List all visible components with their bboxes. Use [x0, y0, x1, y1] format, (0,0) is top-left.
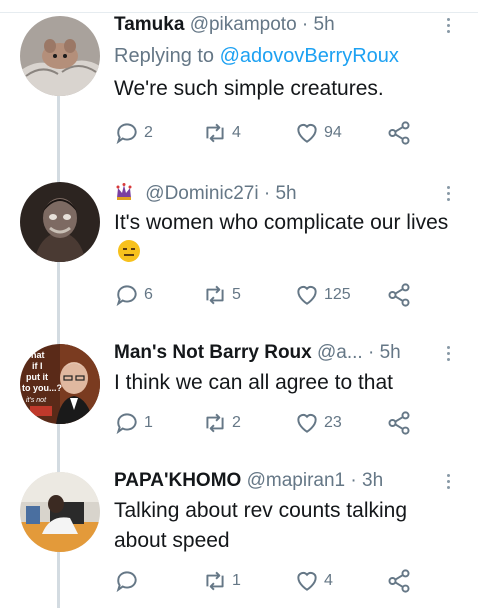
like-count: 4	[324, 572, 333, 589]
reply-button[interactable]: 6	[114, 280, 153, 310]
avatar[interactable]: what if I put it to you...? it's not	[20, 344, 100, 424]
share-icon	[388, 283, 410, 307]
share-icon	[388, 411, 410, 435]
like-count: 94	[324, 124, 342, 141]
reply-thread: Tamuka @pikampoto · 5h Replying to @adov…	[0, 0, 478, 608]
reply-button[interactable]: 2	[114, 118, 153, 148]
separator-dot: ·	[367, 342, 375, 363]
heart-icon	[297, 571, 317, 591]
timestamp[interactable]: 5h	[380, 342, 401, 363]
share-button[interactable]	[386, 118, 412, 148]
user-handle[interactable]: @Dominic27i	[145, 183, 258, 204]
avatar-image: what if I put it to you...? it's not	[20, 344, 100, 424]
reply-button[interactable]: 1	[114, 408, 153, 438]
tweet-tamuka[interactable]: Tamuka @pikampoto · 5h Replying to @adov…	[0, 14, 478, 164]
tweet-header: PAPA'KHOMO @mapiran1 · 3h	[114, 470, 438, 492]
avatar-text: to you...?	[22, 383, 62, 393]
tweet-text: Talking about rev counts talking about s…	[114, 499, 408, 552]
like-count: 23	[324, 414, 342, 431]
heart-icon	[297, 123, 317, 143]
reply-icon	[116, 285, 137, 307]
divider	[0, 12, 478, 13]
replying-to: Replying to @adovovBerryRoux	[114, 44, 399, 68]
action-bar: 1 4	[114, 566, 434, 596]
tweet-barry-roux[interactable]: what if I put it to you...? it's not Man…	[0, 342, 478, 442]
share-button[interactable]	[386, 566, 412, 596]
timestamp[interactable]: 5h	[275, 183, 296, 204]
tweet-text: We're such simple creatures.	[114, 77, 384, 100]
expressionless-face-emoji	[118, 240, 140, 262]
reply-button[interactable]	[114, 566, 144, 596]
user-handle[interactable]: @mapiran1	[247, 470, 346, 491]
like-button[interactable]: 4	[294, 566, 333, 596]
share-icon	[388, 569, 410, 593]
like-button[interactable]: 94	[294, 118, 342, 148]
more-options-icon[interactable]	[444, 14, 452, 36]
timestamp[interactable]: 5h	[314, 14, 335, 35]
tweet-text: I think we can all agree to that	[114, 371, 393, 394]
separator-dot: ·	[301, 14, 309, 35]
retweet-button[interactable]: 2	[202, 408, 241, 438]
retweet-button[interactable]: 5	[202, 280, 241, 310]
retweet-count: 1	[232, 572, 241, 589]
more-options-icon[interactable]	[444, 470, 452, 492]
reply-count: 1	[144, 414, 153, 431]
heart-icon	[297, 285, 317, 305]
retweet-count: 4	[232, 124, 241, 141]
action-bar: 2 4 94	[114, 118, 434, 148]
share-button[interactable]	[386, 280, 412, 310]
avatar[interactable]	[20, 472, 100, 552]
avatar-text: put it	[26, 372, 48, 382]
avatar[interactable]	[20, 182, 100, 262]
reply-count: 6	[144, 286, 153, 303]
mention-link[interactable]: @adovovBerryRoux	[220, 45, 399, 67]
user-handle[interactable]: @a...	[317, 342, 363, 363]
reply-icon	[116, 123, 137, 145]
avatar-text: what	[23, 350, 45, 360]
user-handle[interactable]: @pikampoto	[190, 14, 297, 35]
avatar-image	[20, 472, 100, 552]
retweet-count: 5	[232, 286, 241, 303]
tweet-text: It's women who complicate our lives	[114, 208, 458, 268]
retweet-icon	[206, 285, 224, 305]
tweet-header: Tamuka @pikampoto · 5h	[114, 14, 438, 36]
reply-count: 2	[144, 124, 153, 141]
tweet-text-content: It's women who complicate our lives	[114, 211, 449, 234]
timestamp[interactable]: 3h	[362, 470, 383, 491]
action-bar: 6 5 125	[114, 280, 434, 310]
avatar-image	[20, 182, 100, 262]
reply-icon	[116, 413, 137, 435]
tweet-header: @Dominic27i · 5h	[114, 182, 438, 205]
tweet-header: Man's Not Barry Roux @a... · 5h	[114, 342, 438, 364]
retweet-icon	[206, 571, 224, 591]
display-name[interactable]: Tamuka	[114, 14, 184, 35]
more-options-icon[interactable]	[444, 182, 452, 204]
retweet-button[interactable]: 1	[202, 566, 241, 596]
avatar-text: if I	[32, 361, 43, 371]
action-bar: 1 2 23	[114, 408, 434, 438]
retweet-icon	[206, 123, 224, 143]
share-icon	[388, 121, 410, 145]
tweet-papakhomo[interactable]: PAPA'KHOMO @mapiran1 · 3h Talking about …	[0, 470, 478, 606]
display-name[interactable]: PAPA'KHOMO	[114, 470, 241, 491]
replying-to-label: Replying to	[114, 45, 215, 67]
like-button[interactable]: 125	[294, 280, 351, 310]
share-button[interactable]	[386, 408, 412, 438]
reply-icon	[116, 571, 137, 593]
avatar[interactable]	[20, 16, 100, 96]
separator-dot: ·	[263, 183, 271, 204]
like-button[interactable]: 23	[294, 408, 342, 438]
retweet-icon	[206, 413, 224, 433]
more-options-icon[interactable]	[444, 342, 452, 364]
retweet-count: 2	[232, 414, 241, 431]
jester-icon	[116, 183, 132, 200]
retweet-button[interactable]: 4	[202, 118, 241, 148]
heart-icon	[297, 413, 317, 433]
tweet-dominic[interactable]: @Dominic27i · 5h It's women who complica…	[0, 182, 478, 322]
like-count: 125	[324, 286, 351, 303]
avatar-image	[20, 16, 100, 96]
display-name[interactable]: Man's Not Barry Roux	[114, 342, 312, 363]
avatar-text: it's not	[26, 397, 47, 404]
separator-dot: ·	[350, 470, 357, 491]
